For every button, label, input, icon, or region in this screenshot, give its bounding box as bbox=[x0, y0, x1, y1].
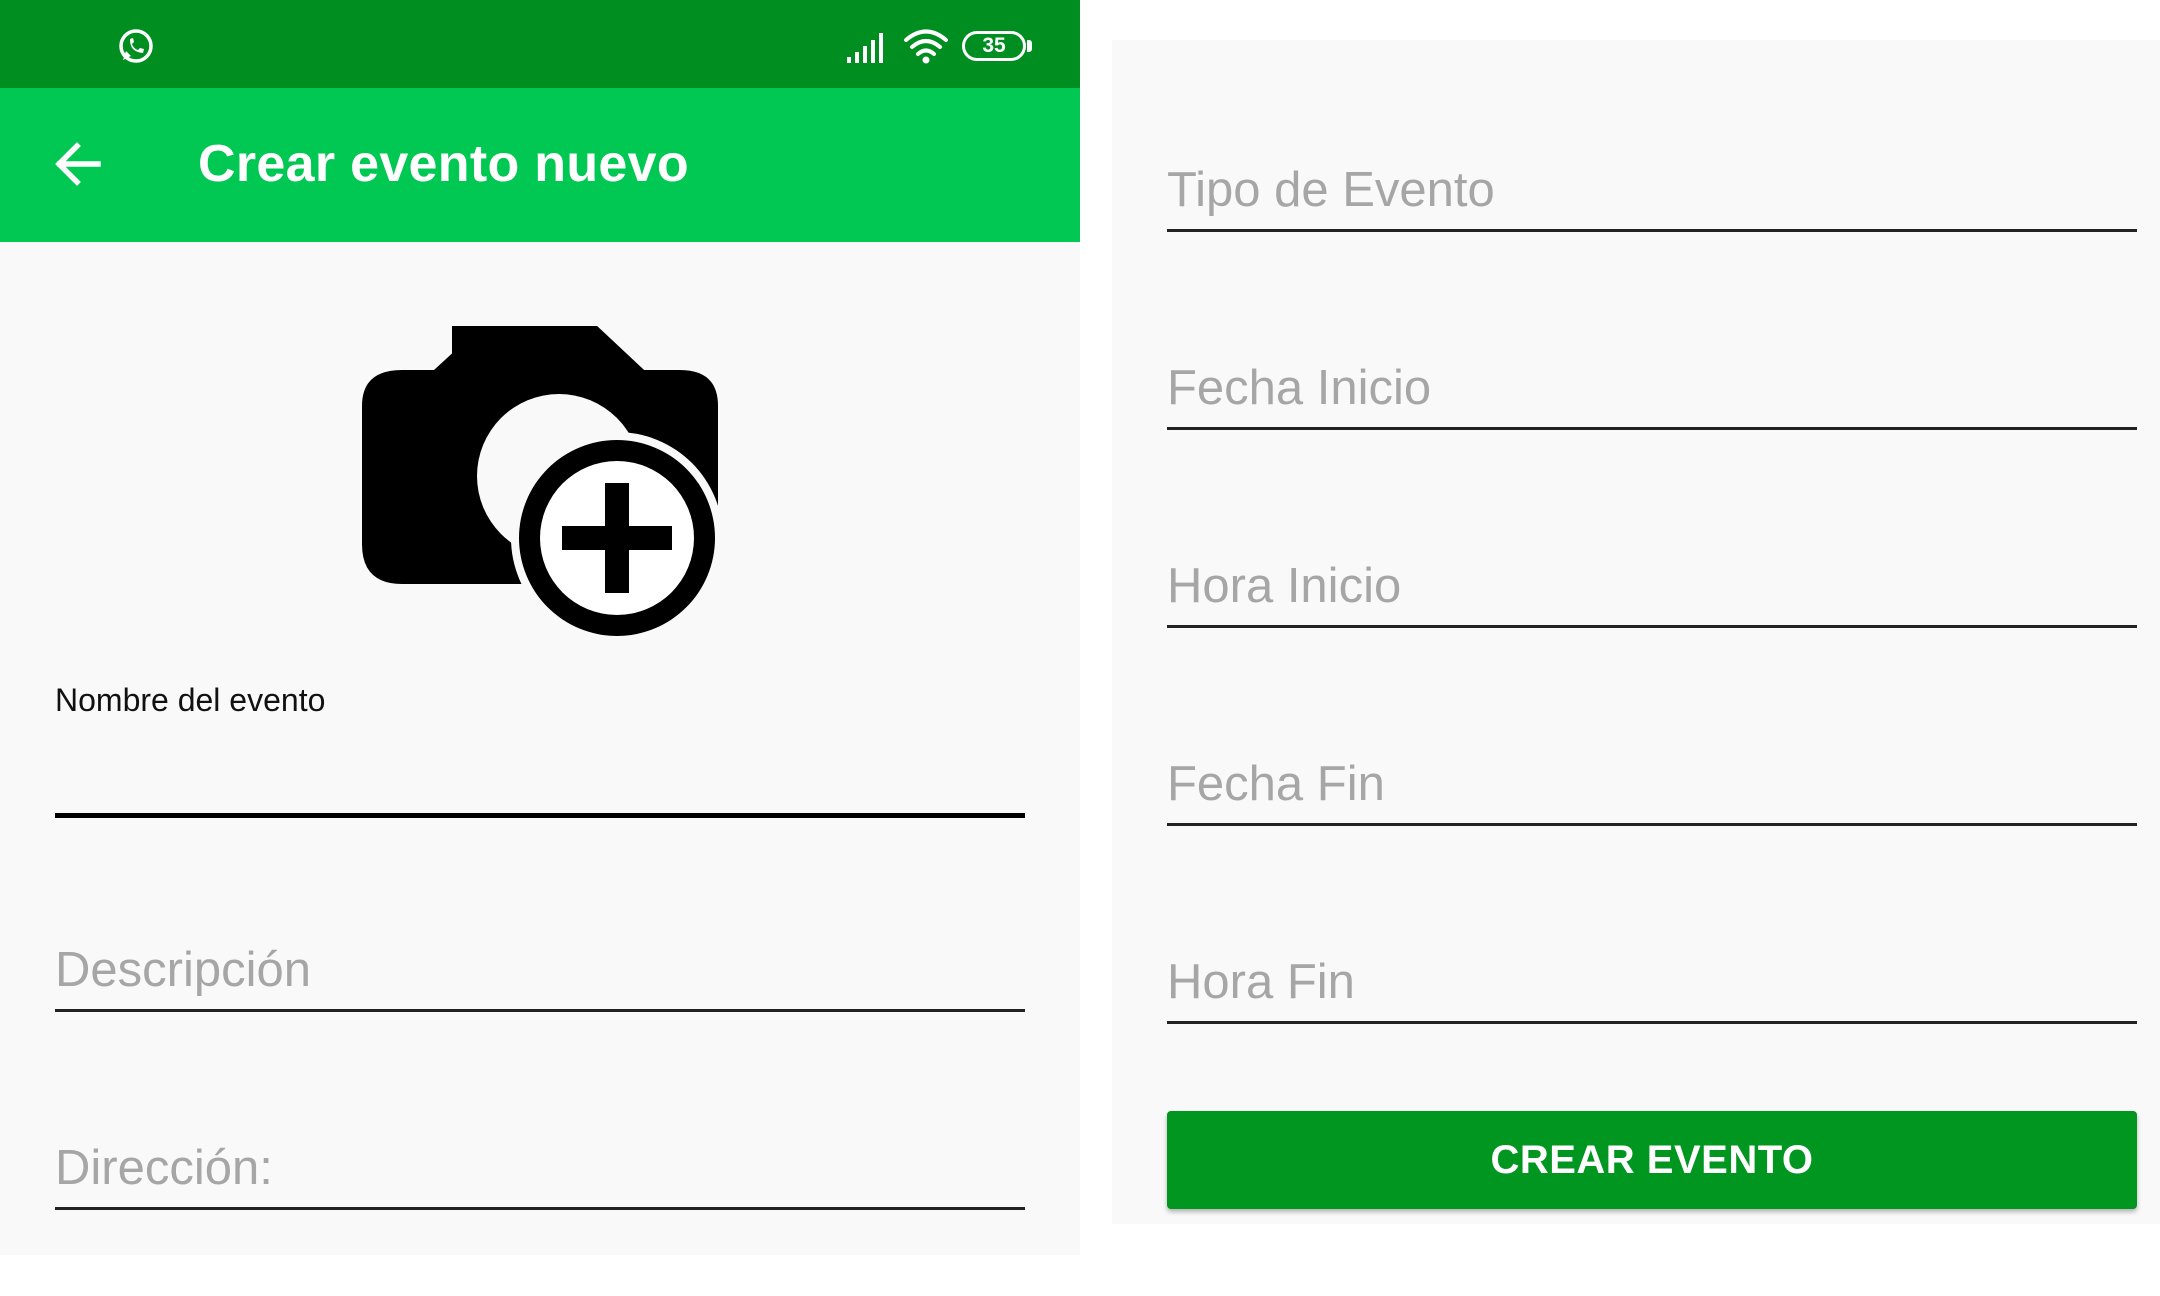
event-name-label: Nombre del evento bbox=[55, 682, 326, 718]
event-name-underline bbox=[55, 813, 1025, 818]
end-date-underline bbox=[1167, 823, 2137, 826]
start-date-placeholder: Fecha Inicio bbox=[1167, 361, 1432, 415]
start-date-underline bbox=[1167, 427, 2137, 430]
end-time-placeholder: Hora Fin bbox=[1167, 955, 1355, 1009]
description-field[interactable]: Descripción bbox=[55, 920, 1025, 1012]
address-field[interactable]: Dirección: bbox=[55, 1118, 1025, 1210]
event-type-placeholder: Tipo de Evento bbox=[1167, 163, 1495, 217]
end-date-placeholder: Fecha Fin bbox=[1167, 757, 1385, 811]
add-a-photo-icon[interactable] bbox=[362, 326, 718, 640]
start-date-field[interactable]: Fecha Inicio bbox=[1167, 340, 2137, 430]
event-type-field[interactable]: Tipo de Evento bbox=[1167, 142, 2137, 232]
end-time-underline bbox=[1167, 1021, 2137, 1024]
whatsapp-icon bbox=[119, 29, 153, 63]
event-name-field[interactable] bbox=[55, 726, 1025, 818]
wifi-icon bbox=[904, 29, 948, 64]
battery-icon: 35 bbox=[962, 31, 1026, 61]
address-underline bbox=[55, 1207, 1025, 1210]
app-bar: Crear evento nuevo bbox=[0, 88, 1080, 242]
arrow-left-icon[interactable] bbox=[50, 136, 106, 192]
battery-cap bbox=[1027, 40, 1032, 52]
address-placeholder: Dirección: bbox=[55, 1141, 273, 1195]
event-type-underline bbox=[1167, 229, 2137, 232]
stage: 35 Crear evento nuevo Nombre del evento bbox=[0, 0, 2160, 1296]
end-date-field[interactable]: Fecha Fin bbox=[1167, 736, 2137, 826]
screen-left: 35 Crear evento nuevo Nombre del evento bbox=[0, 0, 1080, 1255]
description-underline bbox=[55, 1009, 1025, 1012]
create-event-button[interactable]: CREAR EVENTO bbox=[1167, 1111, 2137, 1209]
start-time-underline bbox=[1167, 625, 2137, 628]
description-placeholder: Descripción bbox=[55, 943, 311, 997]
battery-level: 35 bbox=[982, 34, 1006, 57]
start-time-placeholder: Hora Inicio bbox=[1167, 559, 1402, 613]
screen-right: Tipo de Evento Fecha Inicio Hora Inicio … bbox=[1112, 40, 2160, 1224]
status-bar: 35 bbox=[0, 0, 1080, 88]
page-title: Crear evento nuevo bbox=[198, 135, 689, 193]
signal-icon bbox=[847, 33, 883, 63]
start-time-field[interactable]: Hora Inicio bbox=[1167, 538, 2137, 628]
end-time-field[interactable]: Hora Fin bbox=[1167, 934, 2137, 1024]
